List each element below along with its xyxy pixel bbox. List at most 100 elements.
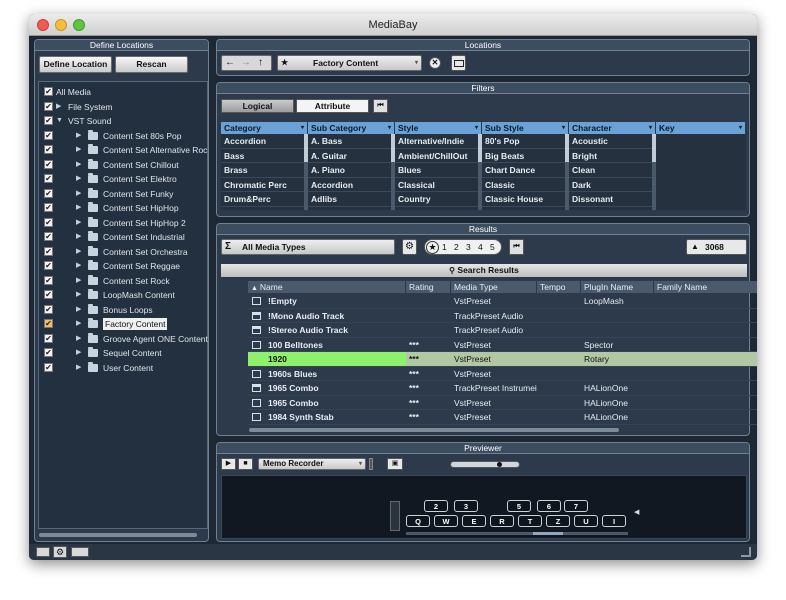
white-key[interactable]: T <box>518 515 542 527</box>
table-row[interactable]: 100 Belltones***VstPresetSpector2 <box>248 338 757 352</box>
disclosure-right-icon[interactable]: ▶ <box>76 259 81 273</box>
white-key[interactable]: U <box>574 515 598 527</box>
rescan-button[interactable]: Rescan <box>115 56 188 73</box>
table-row[interactable]: !Mono Audio TrackTrackPreset Audio2 <box>248 309 757 323</box>
disclosure-right-icon[interactable]: ▶ <box>76 143 81 157</box>
tree-item[interactable]: ✔ ▶ Content Set Reggae <box>39 259 207 273</box>
tree-item[interactable]: ✔ ▶ Groove Agent ONE Content <box>39 332 208 346</box>
disclosure-right-icon[interactable]: ▶ <box>76 288 81 302</box>
disclosure-right-icon[interactable]: ▶ <box>76 201 81 215</box>
tree-checkbox[interactable]: ✔ <box>44 159 53 169</box>
tab-attribute[interactable]: Attribute <box>296 99 369 113</box>
table-row[interactable]: !Stereo Audio TrackTrackPreset Audio2 <box>248 323 757 338</box>
tree-checkbox[interactable]: ✔ <box>44 348 53 357</box>
filter-column-header[interactable]: Category ▾ <box>221 122 308 134</box>
up-arrow-icon[interactable]: ↑ <box>258 56 263 70</box>
volume-slider[interactable] <box>450 461 520 468</box>
play-button[interactable]: ▶ <box>221 458 236 470</box>
disclosure-right-icon[interactable]: ▶ <box>76 172 81 186</box>
tree-checkbox[interactable]: ✔ <box>44 232 53 241</box>
filter-item[interactable]: Adlibs <box>308 192 395 207</box>
filter-item[interactable]: Bass <box>221 149 308 163</box>
white-key[interactable]: I <box>602 515 626 527</box>
tree-checkbox[interactable]: ✔ <box>44 246 53 256</box>
black-key[interactable]: 7 <box>564 500 588 512</box>
white-key[interactable]: Z <box>546 515 570 527</box>
filter-item[interactable]: Dissonant <box>569 192 656 207</box>
mod-wheel[interactable] <box>390 501 400 531</box>
tree-item[interactable]: ✔ ▼ VST Sound <box>39 114 207 128</box>
filter-item[interactable]: Classic House <box>482 192 569 207</box>
save-preview-icon[interactable]: ▣ <box>387 458 403 470</box>
filter-item[interactable]: Chart Dance <box>482 163 569 178</box>
tree-checkbox[interactable]: ✔ <box>44 304 53 314</box>
tree-checkbox[interactable]: ✔ <box>44 145 53 154</box>
disclosure-right-icon[interactable]: ▶ <box>76 216 81 230</box>
filter-column-header[interactable]: Key ▾ <box>656 122 746 134</box>
stop-button[interactable]: ■ <box>238 458 253 470</box>
tree-checkbox[interactable]: ✔ <box>44 101 53 111</box>
tree-item[interactable]: ✔ ▶ Sequel Content <box>39 346 207 360</box>
filter-item[interactable]: Classic <box>482 178 569 192</box>
rating-filter[interactable]: ★ 1 2 3 4 5 <box>424 239 502 255</box>
results-column-header[interactable]: PlugIn Name <box>581 281 654 293</box>
close-window-button[interactable] <box>37 19 49 31</box>
filter-item[interactable]: Accordion <box>221 134 308 149</box>
filter-column-header[interactable]: Sub Style ▾ <box>482 122 569 134</box>
tree-item[interactable]: ✔ ▶ Content Set Orchestra <box>39 245 207 259</box>
tree-item[interactable]: ✔ ▶ Content Set Alternative Roc <box>39 143 207 157</box>
results-column-header[interactable]: Family Name <box>654 281 757 293</box>
back-arrow-icon[interactable]: ← <box>225 56 235 70</box>
define-location-button[interactable]: Define Location <box>39 56 112 73</box>
disclosure-right-icon[interactable]: ▶ <box>76 230 81 244</box>
table-row[interactable]: 1960s Blues***VstPreset2 <box>248 367 757 381</box>
favorite-star-icon[interactable]: ★ <box>281 56 288 70</box>
rating-3[interactable]: 3 <box>466 240 471 254</box>
disclosure-right-icon[interactable]: ▶ <box>76 245 81 259</box>
tree-scrollbar[interactable] <box>39 533 197 537</box>
filter-item[interactable]: Country <box>395 192 482 207</box>
clear-location-icon[interactable]: ✕ <box>429 57 441 69</box>
resize-grip-icon[interactable] <box>741 547 751 557</box>
results-horizontal-scrollbar[interactable] <box>249 428 619 432</box>
rating-1[interactable]: 1 <box>442 240 447 254</box>
rating-2[interactable]: 2 <box>454 240 459 254</box>
filter-column-header[interactable]: Style ▾ <box>395 122 482 134</box>
tree-checkbox[interactable]: ✔ <box>44 116 53 125</box>
zoom-window-button[interactable] <box>73 19 85 31</box>
tree-item[interactable]: ✔ ▶ File System <box>39 100 207 114</box>
filter-item[interactable]: Clean <box>569 163 656 178</box>
filter-item[interactable]: A. Bass <box>308 134 395 149</box>
filter-item[interactable]: Big Beats <box>482 149 569 163</box>
media-type-select[interactable]: Σ All Media Types <box>221 239 395 255</box>
white-key[interactable]: Q <box>406 515 430 527</box>
disclosure-right-icon[interactable]: ▶ <box>76 303 81 317</box>
filter-item[interactable]: Dark <box>569 178 656 192</box>
results-column-header[interactable]: Tempo <box>537 281 581 293</box>
filter-item[interactable]: Blues <box>395 163 482 178</box>
filter-item[interactable]: Accordion <box>308 178 395 192</box>
gear-icon[interactable]: ⚙ <box>53 546 67 558</box>
filter-item[interactable]: Bright <box>569 149 656 163</box>
results-column-header[interactable]: Rating <box>406 281 451 293</box>
black-key[interactable]: 3 <box>454 500 478 512</box>
results-column-header[interactable]: Media Type <box>451 281 537 293</box>
tree-checkbox[interactable]: ✔ <box>44 174 53 183</box>
disclosure-right-icon[interactable]: ▶ <box>56 100 61 114</box>
layout-icon[interactable] <box>36 547 50 557</box>
tree-item[interactable]: ✔ ▶ LoopMash Content <box>39 288 207 302</box>
tab-logical[interactable]: Logical <box>221 99 294 113</box>
filter-item[interactable]: Acoustic <box>569 134 656 149</box>
black-key[interactable]: 5 <box>507 500 531 512</box>
reset-results-icon[interactable]: ⏮ <box>509 239 524 255</box>
tree-checkbox[interactable]: ✔ <box>44 290 53 299</box>
locations-tree[interactable]: ✔ All Media ✔ ▶ File System ✔ ▼ VST Sound ✔ ▶ Cont… <box>38 81 208 529</box>
disclosure-right-icon[interactable]: ▶ <box>76 187 81 201</box>
tree-item[interactable]: ✔ ▶ Content Set 80s Pop <box>39 129 207 143</box>
tree-checkbox[interactable]: ✔ <box>44 203 53 212</box>
tree-checkbox[interactable]: ✔ <box>44 333 53 343</box>
white-key[interactable]: R <box>490 515 514 527</box>
keyboard-toggle-icon[interactable] <box>71 547 89 557</box>
table-row[interactable]: 1984 Synth Stab***VstPresetHALionOne2 <box>248 410 757 425</box>
tree-checkbox[interactable]: ✔ <box>44 261 53 270</box>
